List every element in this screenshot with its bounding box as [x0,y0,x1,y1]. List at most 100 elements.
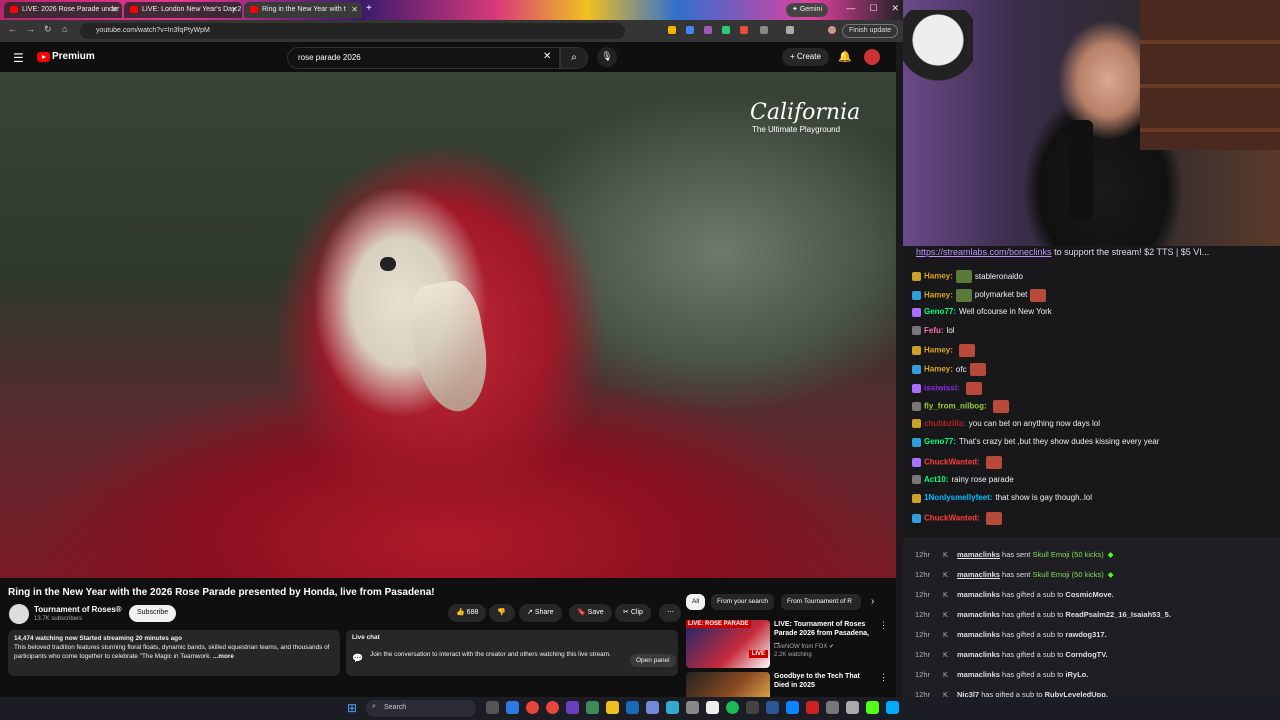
app-icon[interactable] [826,701,839,714]
chevron-right-icon[interactable]: › [871,596,874,607]
dislike-button[interactable]: 👎 [489,604,515,622]
recommendation-item[interactable]: LIVE: ROSE PARADE LIVE LIVE: Tournament … [686,620,888,670]
discord-icon[interactable] [646,701,659,714]
clip-button[interactable]: ✂ Clip [615,604,651,622]
more-vertical-icon[interactable]: ⋮ [879,620,888,631]
event-username[interactable]: mamaclinks [957,570,1000,579]
chat-username[interactable]: Hamey: [924,272,953,281]
share-button[interactable]: ↗ Share [519,604,562,622]
chat-username[interactable]: fly_from_nilbog: [924,402,987,411]
notifications-bell-icon[interactable]: 🔔 [838,50,852,63]
event-username[interactable]: mamaclinks [957,610,1000,619]
clear-search-icon[interactable]: ✕ [543,51,551,62]
chat-username[interactable]: Hamey: [924,346,953,355]
app-icon[interactable] [506,701,519,714]
open-panel-button[interactable]: Open panel [630,654,676,667]
tab-ring-new-year[interactable]: Ring in the New Year with t ✕ [244,2,362,18]
app-icon[interactable] [566,701,579,714]
chat-username[interactable]: chubbzilla: [924,419,966,428]
create-button[interactable]: + Create [782,48,829,66]
search-input[interactable]: rose parade 2026 [287,47,560,69]
extension-icon[interactable] [686,26,694,34]
chat-username[interactable]: 1Nonlysmellyfeet: [924,493,992,502]
recommendation-thumbnail[interactable]: LIVE: ROSE PARADE LIVE [686,620,770,668]
chat-username[interactable]: Act10: [924,475,948,484]
recommendation-item[interactable]: Goodbye to the Tech That Died in 2025 ⋮ [686,672,888,697]
close-window-icon[interactable]: ✕ [891,3,899,14]
event-username[interactable]: mamaclinks [957,590,1000,599]
chip-from-tournament[interactable]: From Tournament of R [781,594,861,610]
app-icon[interactable] [806,701,819,714]
chat-username[interactable]: Hamey: [924,365,953,374]
gemini-button[interactable]: ✦ Gemini [786,3,829,17]
channel-name[interactable]: Tournament of Roses® [34,605,122,614]
recommendation-thumbnail[interactable] [686,672,770,697]
forward-icon[interactable]: → [26,24,35,34]
like-button[interactable]: 👍 688 [448,604,487,622]
app-icon[interactable] [586,701,599,714]
spotify-icon[interactable] [726,701,739,714]
chip-all[interactable]: All [686,594,706,610]
tab-rose-parade[interactable]: LIVE: 2026 Rose Parade under ✕ [4,2,122,18]
extension-icon[interactable] [668,26,676,34]
app-icon[interactable] [766,701,779,714]
extensions-puzzle-icon[interactable] [760,26,768,34]
recommendation-title[interactable]: Goodbye to the Tech That Died in 2025 [774,672,876,690]
chrome-icon[interactable] [526,701,539,714]
subscribe-button[interactable]: Subscribe [129,605,177,622]
sidebar-icon[interactable] [786,26,794,34]
task-view-icon[interactable] [486,701,499,714]
chat-username[interactable]: Geno77: [924,307,956,316]
app-icon[interactable] [786,701,799,714]
new-tab-icon[interactable]: + [366,3,372,14]
event-username[interactable]: mamaclinks [957,630,1000,639]
channel-avatar[interactable] [9,604,29,624]
app-icon[interactable] [846,701,859,714]
windows-start-icon[interactable]: ⊞ [347,701,357,715]
close-tab-icon[interactable]: ✕ [111,5,118,14]
extension-icon[interactable] [722,26,730,34]
voice-search-button[interactable]: 🎙 [597,47,617,67]
event-username[interactable]: mamaclinks [957,550,1000,559]
chat-username[interactable]: ChuckWanted: [924,513,980,522]
chat-username[interactable]: Geno77: [924,437,956,446]
hamburger-menu-icon[interactable]: ☰ [13,51,24,65]
chat-username[interactable]: Hamey: [924,290,953,299]
reload-icon[interactable]: ↻ [44,24,52,35]
url-field[interactable]: youtube.com/watch?v=In3fqPtyWpM [80,23,625,39]
tab-london[interactable]: LIVE: London New Year's Day 2 ✕ [124,2,242,18]
home-icon[interactable]: ⌂ [62,24,67,34]
maximize-icon[interactable]: ☐ [869,3,877,14]
chat-username[interactable]: Fefu: [924,326,944,335]
youtube-logo-icon[interactable] [37,52,50,62]
search-button[interactable]: ⌕ [560,47,588,69]
close-tab-icon[interactable]: ✕ [231,5,238,14]
extension-icon[interactable] [740,26,748,34]
save-button[interactable]: 🔖 Save [569,604,612,622]
back-icon[interactable]: ← [8,24,17,34]
description-box[interactable]: 14,474 watching now Started streaming 20… [8,630,340,676]
folder-icon[interactable] [606,701,619,714]
profile-avatar[interactable] [828,26,836,34]
minimize-icon[interactable]: — [846,3,855,14]
finish-update-button[interactable]: Finish update [842,24,899,38]
app-icon[interactable] [666,701,679,714]
youtube-premium-label[interactable]: Premium [52,51,95,62]
app-icon[interactable] [886,701,899,714]
taskbar-search[interactable]: ⌕ Search [366,700,476,717]
streamlabs-link[interactable]: https://streamlabs.com/boneclinks [916,247,1052,257]
chat-username[interactable]: issiwissi: [924,383,960,392]
chrome-icon[interactable] [546,701,559,714]
close-tab-icon[interactable]: ✕ [351,5,358,14]
chat-username[interactable]: ChuckWanted: [924,458,980,467]
kick-icon[interactable] [866,701,879,714]
event-username[interactable]: mamaclinks [957,650,1000,659]
more-vertical-icon[interactable]: ⋮ [879,672,888,683]
extension-icon[interactable] [704,26,712,34]
account-avatar[interactable] [864,49,880,65]
app-icon[interactable] [686,701,699,714]
video-player[interactable]: California The Ultimate Playground [0,72,896,578]
app-icon[interactable] [746,701,759,714]
app-icon[interactable] [706,701,719,714]
steam-icon[interactable] [626,701,639,714]
